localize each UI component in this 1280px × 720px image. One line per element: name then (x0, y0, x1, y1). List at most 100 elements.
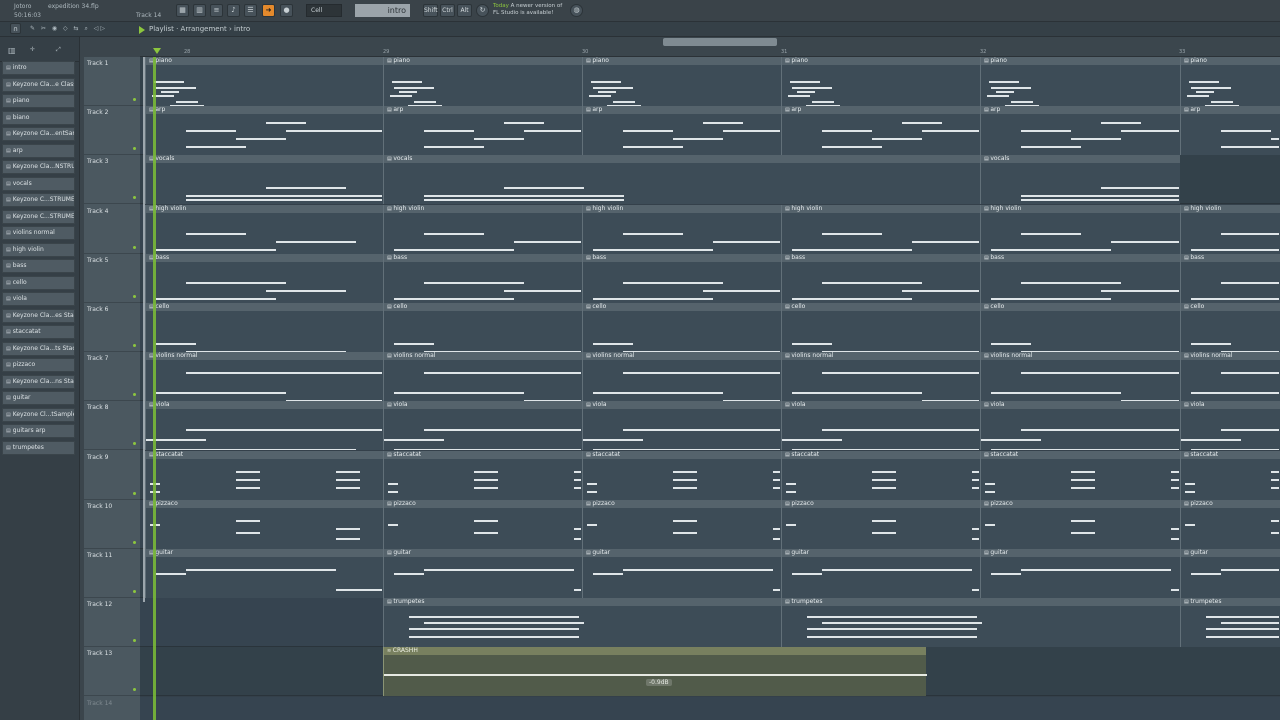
play-pattern-icon[interactable] (139, 26, 145, 34)
browser-icon[interactable]: ☰ (244, 4, 257, 17)
pattern-clip[interactable]: bass (1180, 253, 1280, 303)
track-header[interactable]: Track 8 (84, 401, 140, 451)
menu-button[interactable]: Jotoro (14, 3, 31, 10)
picker-item[interactable]: Keyzone Cla...NSTRUMENT (2, 160, 75, 174)
pattern-clip[interactable]: arp (383, 106, 582, 156)
pattern-clip[interactable]: staccatat (781, 450, 980, 500)
track-led-icon[interactable] (133, 98, 136, 101)
picker-item[interactable]: cello (2, 275, 75, 290)
track-led-icon[interactable] (133, 344, 136, 347)
picker-item[interactable]: Keyzone Cla...ns Staccato (2, 374, 75, 389)
track-header[interactable]: Track 12 (84, 598, 140, 648)
picker-item[interactable]: Keyzone C...STRUMENT #2 (2, 193, 75, 207)
picker-item[interactable]: pizzaco (2, 358, 75, 372)
track-header[interactable]: Track 5 (84, 254, 140, 303)
picker-item[interactable]: arp (2, 143, 75, 158)
pattern-clip[interactable]: pizzaco (781, 499, 980, 549)
pattern-clip[interactable]: trumpetes (781, 598, 1180, 648)
pattern-clip[interactable]: high violin (582, 204, 781, 254)
track-led-icon[interactable] (133, 393, 136, 397)
track-header[interactable]: Track 10 (84, 500, 140, 549)
picker-item[interactable]: guitars arp (2, 424, 75, 438)
pattern-clip[interactable]: staccatat (145, 450, 383, 500)
track-lane[interactable]: pizzacopizzacopizzacopizzacopizzacopizza… (140, 499, 1280, 549)
pattern-clip[interactable]: violins normal (582, 352, 781, 402)
pattern-clip[interactable]: piano (383, 57, 582, 106)
volume-tag[interactable]: -0.9dB (646, 679, 672, 687)
track-lane[interactable]: violaviolaviolaviolaviolaviola (140, 401, 1280, 451)
track-header[interactable]: Track 4 (84, 205, 140, 254)
playhead[interactable] (153, 57, 156, 720)
track-lane[interactable] (140, 696, 1280, 720)
track-lane[interactable]: violins normalviolins normalviolins norm… (140, 352, 1280, 402)
pattern-clip[interactable]: trumpetes (383, 598, 781, 648)
picker-item[interactable]: violins normal (2, 226, 75, 240)
pattern-clip[interactable]: staccatat (383, 450, 582, 500)
pattern-clip[interactable]: arp (980, 106, 1180, 156)
pattern-clip[interactable]: violins normal (781, 352, 980, 402)
playlist-icon[interactable]: ▦ (176, 4, 189, 17)
ctrl-key-button[interactable]: Ctrl (440, 4, 455, 17)
pattern-clip[interactable]: high violin (1180, 204, 1280, 254)
pattern-clip[interactable]: pizzaco (1180, 499, 1280, 549)
pattern-clip[interactable]: staccatat (1180, 450, 1280, 500)
pattern-clip[interactable]: trumpetes (1180, 598, 1280, 648)
track-led-icon[interactable] (133, 245, 136, 249)
track-lane[interactable]: guitarguitarguitarguitarguitarguitar (140, 549, 1280, 598)
pattern-clip[interactable]: piano (1180, 57, 1280, 106)
track-led-icon[interactable] (133, 442, 136, 446)
picker-item[interactable]: bass (2, 259, 75, 273)
pattern-clip[interactable]: cello (980, 303, 1180, 352)
pattern-clip[interactable]: viola (582, 401, 781, 451)
track-lane[interactable]: bassbassbassbassbassbass (140, 253, 1280, 303)
picker-item[interactable]: Keyzone Cl...tSampler #8 (2, 407, 75, 422)
track-led-icon[interactable] (133, 294, 136, 298)
pattern-clip[interactable]: guitar (1180, 549, 1280, 598)
timeline-ruler[interactable]: 28 29 30 31 32 33 (140, 37, 1280, 57)
track-header[interactable]: Track 2 (84, 106, 140, 156)
audio-clip[interactable]: CRASHH -0.9dB (383, 647, 927, 697)
pattern-clip[interactable]: arp (145, 106, 383, 156)
picker-item[interactable]: vocals (2, 176, 75, 191)
pattern-clip[interactable]: viola (980, 401, 1180, 451)
horizontal-scrollbar[interactable] (663, 38, 777, 46)
pattern-clip[interactable]: guitar (781, 549, 980, 598)
magnet-icon[interactable]: ∩ (10, 23, 21, 34)
mixer-icon[interactable]: ≡ (210, 4, 223, 17)
pattern-clip[interactable]: high violin (383, 204, 582, 254)
track-lane[interactable]: trumpetestrumpetestrumpetes (140, 598, 1280, 648)
pattern-clip[interactable]: guitar (383, 549, 582, 598)
pattern-clip[interactable]: piano (781, 57, 980, 106)
tool-icons[interactable]: ✎ ✂ ◉ ◇ ⇆ ⌕ ◁▷ (30, 25, 107, 33)
track-lane[interactable]: arparparparparparp (140, 106, 1280, 156)
picker-item[interactable]: high violin (2, 242, 75, 257)
shift-key-button[interactable]: Shift (423, 4, 438, 17)
track-header[interactable]: Track 1 (84, 57, 140, 106)
pattern-clip[interactable]: viola (145, 401, 383, 451)
pattern-clip[interactable]: bass (781, 253, 980, 303)
pattern-clip[interactable]: vocals (980, 155, 1180, 205)
track-header[interactable]: Track 11 (84, 549, 140, 598)
track-lane[interactable]: CRASHH -0.9dB (140, 647, 1280, 697)
picker-item[interactable]: Keyzone Cla...es Staccato (2, 308, 75, 323)
pattern-clip[interactable]: viola (1180, 401, 1280, 451)
track-lane[interactable]: high violinhigh violinhigh violinhigh vi… (140, 204, 1280, 254)
picker-item[interactable]: Keyzone Cla...e Classic #2 (2, 77, 75, 92)
pattern-clip[interactable]: cello (582, 303, 781, 352)
snap-select[interactable]: Cell (306, 4, 342, 17)
track-led-icon[interactable] (133, 590, 136, 593)
pattern-clip[interactable]: staccatat (582, 450, 781, 500)
pattern-clip[interactable]: guitar (145, 549, 383, 598)
track-header[interactable]: Track 14 (84, 697, 140, 720)
pattern-clip[interactable]: violins normal (145, 352, 383, 402)
pattern-clip[interactable]: violins normal (383, 352, 582, 402)
track-header[interactable]: Track 3 (84, 155, 140, 205)
picker-item[interactable]: guitar (2, 391, 75, 405)
pattern-clip[interactable]: cello (145, 303, 383, 352)
pattern-clip[interactable]: arp (1180, 106, 1280, 156)
alt-key-button[interactable]: Alt (457, 4, 472, 17)
picker-item[interactable]: Keyzone Cla...entSampler (2, 127, 75, 141)
pattern-clip[interactable]: bass (383, 253, 582, 303)
track-header[interactable]: Track 7 (84, 352, 140, 402)
track-lane[interactable]: vocalsvocalsvocals (140, 155, 1280, 205)
